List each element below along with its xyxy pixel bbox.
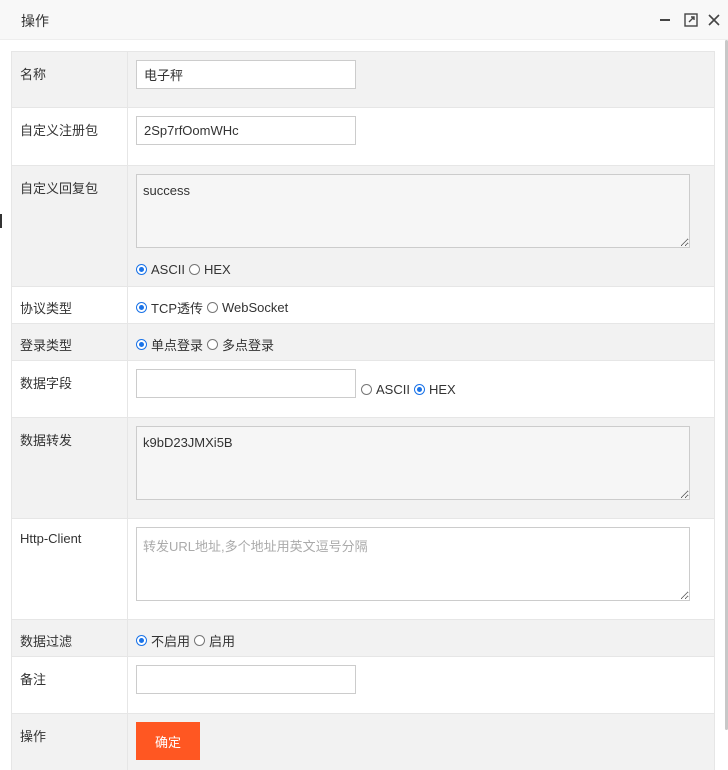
http-client-label: Http-Client [11, 518, 128, 620]
protocol-tcp-label: TCP透传 [151, 301, 204, 316]
reply-encoding-hex-radio[interactable]: HEX [188, 262, 231, 277]
data-field-label: 数据字段 [11, 360, 128, 418]
form-row-register-packet: 自定义注册包 [11, 107, 715, 166]
maximize-icon[interactable] [681, 10, 701, 30]
protocol-tcp-radio[interactable]: TCP透传 [136, 298, 203, 317]
name-label: 名称 [11, 51, 128, 108]
reply-packet-label: 自定义回复包 [11, 165, 128, 287]
login-multi-radio[interactable]: 多点登录 [207, 335, 274, 354]
dialog-title: 操作 [21, 13, 49, 29]
form-row-login: 登录类型 单点登录 多点登录 [11, 323, 715, 361]
data-field-hex-label: HEX [428, 382, 456, 397]
close-icon[interactable] [704, 10, 724, 30]
reply-encoding-ascii-radio[interactable]: ASCII [136, 262, 185, 277]
data-field-ascii-radio[interactable]: ASCII [361, 382, 410, 397]
minimize-icon[interactable] [655, 10, 675, 30]
data-filter-label: 数据过滤 [11, 619, 128, 657]
data-filter-on-label: 启用 [209, 634, 236, 649]
form-row-http-client: Http-Client [11, 518, 715, 620]
submit-button[interactable]: 确定 [136, 722, 200, 760]
data-forward-textarea[interactable]: k9bD23JMXi5B [136, 426, 690, 500]
protocol-label: 协议类型 [11, 286, 128, 324]
form-row-remark: 备注 [11, 656, 715, 714]
login-multi-label: 多点登录 [222, 338, 275, 353]
protocol-group: TCP透传 WebSocket [136, 298, 714, 317]
reply-packet-textarea[interactable]: success [136, 174, 690, 248]
login-group: 单点登录 多点登录 [136, 335, 714, 354]
data-filter-group: 不启用 启用 [136, 631, 714, 650]
data-filter-off-label: 不启用 [151, 634, 191, 649]
register-packet-input[interactable] [136, 116, 356, 145]
form-row-action: 操作 确定 [11, 713, 715, 770]
form-row-protocol: 协议类型 TCP透传 WebSocket [11, 286, 715, 324]
data-filter-on-radio[interactable]: 启用 [194, 631, 235, 650]
remark-label: 备注 [11, 656, 128, 714]
data-field-hex-radio[interactable]: HEX [413, 382, 456, 397]
name-input[interactable] [136, 60, 356, 89]
form-row-data-field: 数据字段 ASCII HEX [11, 360, 715, 418]
action-label: 操作 [11, 713, 128, 770]
remark-input[interactable] [136, 665, 356, 694]
form-row-name: 名称 [11, 51, 715, 108]
data-filter-off-radio[interactable]: 不启用 [136, 631, 190, 650]
form-row-data-filter: 数据过滤 不启用 启用 [11, 619, 715, 657]
device-form: 名称 自定义注册包 自定义回复包 success ASCII HEX [11, 51, 715, 770]
login-single-radio[interactable]: 单点登录 [136, 335, 203, 354]
reply-encoding-group: ASCII HEX [136, 262, 714, 277]
protocol-websocket-label: WebSocket [222, 300, 289, 315]
form-row-data-forward: 数据转发 k9bD23JMXi5B [11, 417, 715, 519]
register-packet-label: 自定义注册包 [11, 107, 128, 166]
left-edge-marker [0, 214, 2, 228]
dialog-titlebar: 操作 [0, 0, 728, 40]
login-label: 登录类型 [11, 323, 128, 361]
data-forward-label: 数据转发 [11, 417, 128, 519]
data-field-input[interactable] [136, 369, 356, 398]
http-client-textarea[interactable] [136, 527, 690, 601]
reply-encoding-hex-label: HEX [203, 262, 231, 277]
protocol-websocket-radio[interactable]: WebSocket [207, 300, 288, 315]
data-field-group: ASCII HEX [136, 369, 714, 398]
dialog-content: 名称 自定义注册包 自定义回复包 success ASCII HEX [0, 40, 728, 770]
reply-encoding-ascii-label: ASCII [151, 262, 185, 277]
data-field-ascii-label: ASCII [376, 382, 410, 397]
login-single-label: 单点登录 [151, 338, 204, 353]
form-row-reply-packet: 自定义回复包 success ASCII HEX [11, 165, 715, 287]
